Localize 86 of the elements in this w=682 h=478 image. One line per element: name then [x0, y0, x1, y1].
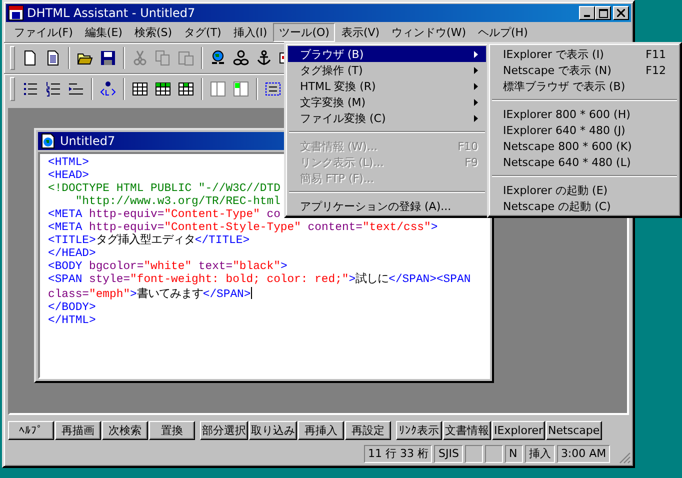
dashed-box-icon[interactable] [265, 81, 281, 97]
code-line: <BODY bgcolor="white" text="black"> [48, 261, 288, 274]
menu-entry[interactable]: IExplorer 640 * 480 (J) [491, 122, 678, 138]
menu-entry[interactable]: 標準ブラウザ で表示 (B) [491, 78, 678, 94]
code-line: <HTML> [48, 157, 90, 170]
status-pane: 3:00 AM [556, 445, 610, 463]
submenu-arrow-icon [474, 66, 478, 74]
list-item-icon[interactable] [100, 81, 116, 97]
table-header-row-icon[interactable] [155, 81, 171, 97]
window-title: DHTML Assistant - Untitled7 [27, 6, 196, 20]
function-key-button[interactable]: IExplorer [492, 420, 546, 440]
menu-entry[interactable]: Netscape 640 * 480 (L) [491, 154, 678, 170]
function-key-button[interactable]: 文書情報 [443, 420, 491, 440]
menu-entry[interactable]: IExplorer の起動 (E) [491, 182, 678, 198]
frame-highlight-icon[interactable] [233, 81, 249, 97]
indented-list-icon[interactable] [68, 81, 84, 97]
menu-item[interactable]: 挿入(I) [227, 22, 274, 42]
close-icon [617, 9, 625, 17]
status-pane: SJIS [434, 445, 463, 463]
menu-entry[interactable]: IExplorer 800 * 600 (H) [491, 106, 678, 122]
code-line: <HEAD> [48, 170, 90, 183]
menu-item[interactable]: ヘルプ(H) [472, 22, 534, 42]
menu-item[interactable]: ウィンドウ(W) [386, 22, 472, 42]
submenu-arrow-icon [474, 114, 478, 122]
function-key-button[interactable]: 部分選択 [200, 420, 248, 440]
code-line: class="emph">書いてみます</SPAN> [48, 287, 252, 302]
resize-grip-icon[interactable] [619, 452, 631, 464]
minimize-button[interactable] [579, 6, 595, 20]
menu-entry[interactable]: IExplorer で表示 (I) F11 [491, 46, 678, 62]
document-title: Untitled7 [60, 134, 116, 148]
menu-item[interactable]: ファイル(F) [8, 22, 79, 42]
menu-entry[interactable]: HTML 変換 (R) [288, 78, 486, 94]
code-line: <META http-equiv="Content-Type" co [48, 209, 280, 222]
code-line: <TITLE>タグ挿入型エディタ</TITLE> [48, 235, 250, 248]
status-pane [484, 445, 503, 463]
status-pane: N [504, 445, 523, 463]
menu-entry[interactable]: タグ操作 (T) [288, 62, 486, 78]
globe-link-icon[interactable] [210, 50, 226, 66]
numbered-list-icon[interactable] [45, 81, 61, 97]
menu-entry[interactable]: 文字変換 (M) [288, 94, 486, 110]
menu-entry[interactable]: ブラウザ (B) [288, 46, 486, 62]
menu-entry[interactable]: Netscape の起動 (C) [491, 198, 678, 214]
menu-entry[interactable]: ファイル変換 (C) [288, 110, 486, 126]
maximize-icon [598, 8, 608, 18]
submenu-arrow-icon [474, 50, 478, 58]
code-line: </HEAD> [48, 248, 96, 260]
code-line: <SPAN style="font-weight: bold; color: red;">試しに</SPAN><SPAN [48, 274, 471, 287]
chain-link-icon[interactable] [233, 50, 249, 66]
new-document-icon[interactable] [22, 50, 38, 66]
code-line: </BODY> [48, 302, 96, 314]
menu-item[interactable]: 表示(V) [335, 22, 386, 42]
maximize-button[interactable] [595, 6, 611, 20]
submenu-arrow-icon [474, 82, 478, 90]
function-key-button[interactable]: 置換 [149, 420, 195, 440]
bulleted-list-icon[interactable] [22, 81, 38, 97]
function-key-button[interactable]: 取り込み [249, 420, 297, 440]
document-icon[interactable] [45, 50, 61, 66]
code-line: </HTML> [48, 315, 96, 328]
function-key-button[interactable]: 再挿入 [298, 420, 344, 440]
code-line: <!DOCTYPE HTML PUBLIC "-//W3C//DTD [48, 183, 280, 196]
table-icon[interactable] [132, 81, 148, 97]
close-button[interactable] [613, 6, 629, 20]
function-key-button[interactable]: ﾍﾙﾌﾟ [8, 420, 54, 440]
code-line: "http://www.w3.org/TR/REC-html [74, 196, 280, 208]
function-key-button[interactable]: 再描画 [55, 420, 101, 440]
table-cell-icon[interactable] [178, 81, 194, 97]
status-pane: 挿入 [524, 445, 555, 463]
frame-split-icon[interactable] [210, 81, 226, 97]
globe-document-icon [40, 133, 56, 149]
function-key-button[interactable]: 次検索 [102, 420, 148, 440]
menu-item[interactable]: ツール(O) [273, 22, 336, 42]
app-icon [8, 5, 24, 21]
submenu-arrow-icon [474, 98, 478, 106]
menu-entry[interactable]: アプリケーションの登録 (A)... [288, 198, 486, 214]
menu-item[interactable]: 編集(E) [78, 22, 128, 42]
function-key-button[interactable]: Netscape [546, 420, 602, 440]
function-key-button[interactable]: ﾘﾝｸ表示 [396, 420, 442, 440]
menu-item[interactable]: タグ(T) [178, 22, 228, 42]
code-line: <META http-equiv="Content-Style-Type" content="text/css"> [48, 222, 438, 234]
status-pane: 11 行 33 桁 [364, 445, 432, 463]
menu-entry[interactable]: Netscape 800 * 600 (K) [491, 138, 678, 154]
menu-entry[interactable]: Netscape で表示 (N) F12 [491, 62, 678, 78]
function-key-button[interactable]: 再設定 [345, 420, 391, 440]
menu-item[interactable]: 検索(S) [128, 22, 178, 42]
status-pane [464, 445, 483, 463]
anchor-icon[interactable] [256, 50, 272, 66]
